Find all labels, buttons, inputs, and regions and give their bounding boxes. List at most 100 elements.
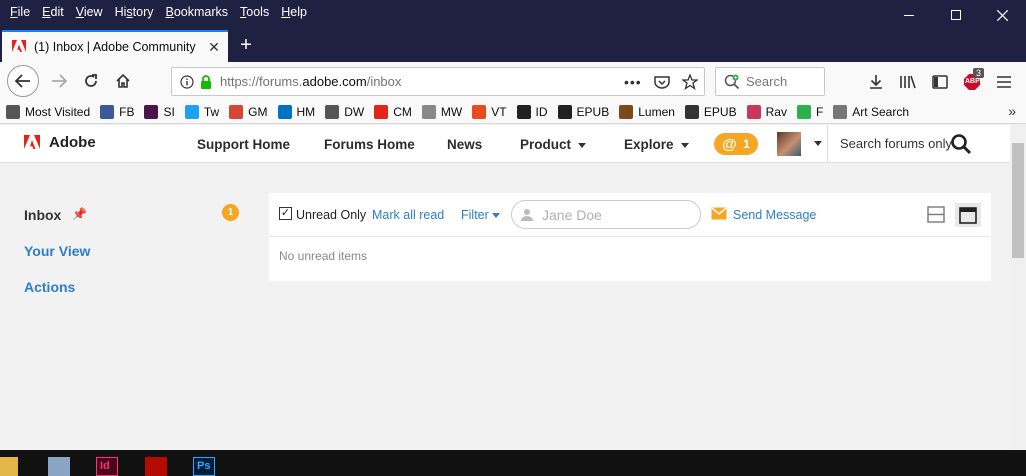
pin-icon[interactable]: 📌 <box>72 207 87 221</box>
search-bar[interactable]: Search <box>715 67 825 96</box>
menu-item-help[interactable]: Help <box>281 5 307 19</box>
arrow-left-icon <box>15 74 30 88</box>
compact-view-icon <box>959 206 977 224</box>
list-view-icon[interactable] <box>927 206 945 223</box>
bookmark-label: Most Visited <box>25 104 91 119</box>
menu-item-file[interactable]: File <box>10 5 30 19</box>
navigation-toolbar: https://forums.adobe.com/inbox ••• Searc… <box>0 62 1026 100</box>
bookmark-label: GM <box>248 104 268 119</box>
envelope-icon[interactable] <box>711 207 727 220</box>
acrobat-icon[interactable] <box>145 457 167 476</box>
bookmark-label: EPUB <box>576 104 610 119</box>
photoshop-icon[interactable]: Ps <box>193 457 215 476</box>
sidebar-item-your-view[interactable]: Your View <box>24 243 90 259</box>
unread-only-checkbox[interactable]: ✓ <box>279 207 292 220</box>
nav-item-product[interactable]: Product <box>520 137 587 152</box>
bookmark-label: MW <box>440 104 463 119</box>
avatar[interactable] <box>777 132 801 156</box>
page-actions-icon[interactable]: ••• <box>624 74 642 90</box>
url-text: https://forums.adobe.com/inbox <box>220 74 401 89</box>
mentions-badge[interactable]: @ 1 <box>714 133 758 155</box>
mark-all-read-link[interactable]: Mark all read <box>372 208 444 222</box>
bookmark-item[interactable]: EPUB <box>684 104 737 119</box>
minimize-button[interactable] <box>885 0 932 30</box>
close-window-button[interactable] <box>979 0 1026 30</box>
pocket-icon[interactable] <box>654 75 670 89</box>
back-button[interactable] <box>7 65 39 97</box>
bookmark-item[interactable]: Art Search <box>833 104 909 119</box>
user-icon <box>521 209 533 221</box>
library-button[interactable] <box>892 67 924 96</box>
bookmark-item[interactable]: Lumen <box>619 104 675 119</box>
menu-item-view[interactable]: View <box>76 5 103 19</box>
search-forums-label[interactable]: Search forums only <box>840 136 952 151</box>
chevron-down-icon[interactable] <box>814 141 822 146</box>
scrollbar-thumb[interactable] <box>1012 143 1024 258</box>
at-icon: @ <box>722 135 737 153</box>
bookmark-item[interactable]: Tw <box>184 104 219 119</box>
bookmark-item[interactable]: HM <box>277 104 315 119</box>
send-message-link[interactable]: Send Message <box>733 208 816 222</box>
bookmark-item[interactable]: VT <box>472 104 507 119</box>
filter-dropdown[interactable]: Filter <box>461 208 500 222</box>
menu-button[interactable] <box>988 67 1020 96</box>
unread-only-label[interactable]: Unread Only <box>296 208 366 222</box>
epub-icon <box>557 104 572 119</box>
feedly-icon <box>796 104 811 119</box>
close-tab-icon[interactable]: ✕ <box>204 39 224 56</box>
sidebar-item-actions[interactable]: Actions <box>24 279 75 295</box>
bookmark-star-icon[interactable] <box>682 74 698 90</box>
nav-item-explore[interactable]: Explore <box>624 137 689 152</box>
bookmark-label: EPUB <box>703 104 737 119</box>
image-viewer-icon[interactable] <box>48 457 70 476</box>
header-divider <box>827 125 828 163</box>
new-tab-button[interactable]: + <box>234 34 258 58</box>
menu-item-edit[interactable]: Edit <box>42 5 64 19</box>
info-icon[interactable] <box>180 74 194 89</box>
lock-icon[interactable] <box>200 74 212 89</box>
bookmark-label: Rav <box>765 104 787 119</box>
library-icon <box>900 75 916 88</box>
bookmark-item[interactable]: DW <box>325 104 364 119</box>
bookmark-item[interactable]: F <box>796 104 823 119</box>
bookmark-item[interactable]: FB <box>100 104 134 119</box>
sidebar-button[interactable] <box>924 67 956 96</box>
adobe-logo[interactable]: Adobe <box>24 134 96 151</box>
file-explorer-icon[interactable] <box>0 457 18 476</box>
browser-tab-inbox[interactable]: (1) Inbox | Adobe Community ✕ <box>2 30 228 62</box>
menu-item-bookmarks[interactable]: Bookmarks <box>166 5 229 19</box>
sidebar-item-inbox[interactable]: Inbox <box>24 207 61 223</box>
url-domain: adobe.com <box>302 74 367 89</box>
nav-item-news[interactable]: News <box>447 137 482 152</box>
bookmark-item[interactable]: Rav <box>746 104 787 119</box>
adblock-button[interactable]: ABP 3 <box>956 67 988 96</box>
bookmark-item[interactable]: EPUB <box>557 104 610 119</box>
indesign-icon[interactable]: Id <box>96 457 118 476</box>
search-icon[interactable] <box>950 133 972 155</box>
reload-button[interactable] <box>77 67 105 95</box>
menu-item-history[interactable]: History <box>115 5 154 19</box>
nav-label: Support Home <box>197 137 290 152</box>
compact-view-button[interactable] <box>955 203 981 227</box>
bookmark-item[interactable]: SI <box>144 104 175 119</box>
bookmarks-toolbar: Most Visited FB SI Tw GM HM DW CM MW VT ID EPUB Lume… <box>0 100 1026 124</box>
bookmark-item[interactable]: MW <box>421 104 463 119</box>
menu-item-tools[interactable]: Tools <box>240 5 269 19</box>
mentions-count: 1 <box>743 137 750 151</box>
bookmark-label: SI <box>163 104 175 119</box>
bookmarks-overflow-icon[interactable]: » <box>1008 103 1016 119</box>
downloads-button[interactable] <box>860 67 892 96</box>
vt-icon <box>472 104 487 119</box>
bookmark-item[interactable]: Most Visited <box>6 104 91 119</box>
forward-button[interactable] <box>45 67 73 95</box>
bookmark-item[interactable]: GM <box>229 104 268 119</box>
bookmark-item[interactable]: ID <box>516 104 548 119</box>
maximize-button[interactable] <box>932 0 979 30</box>
recipient-input[interactable] <box>511 200 701 229</box>
os-taskbar: Id Ps <box>0 450 1026 476</box>
nav-item-support-home[interactable]: Support Home <box>197 137 290 152</box>
url-bar[interactable]: https://forums.adobe.com/inbox ••• <box>171 67 705 96</box>
home-button[interactable] <box>109 67 137 95</box>
bookmark-item[interactable]: CM <box>374 104 412 119</box>
nav-item-forums-home[interactable]: Forums Home <box>324 137 415 152</box>
